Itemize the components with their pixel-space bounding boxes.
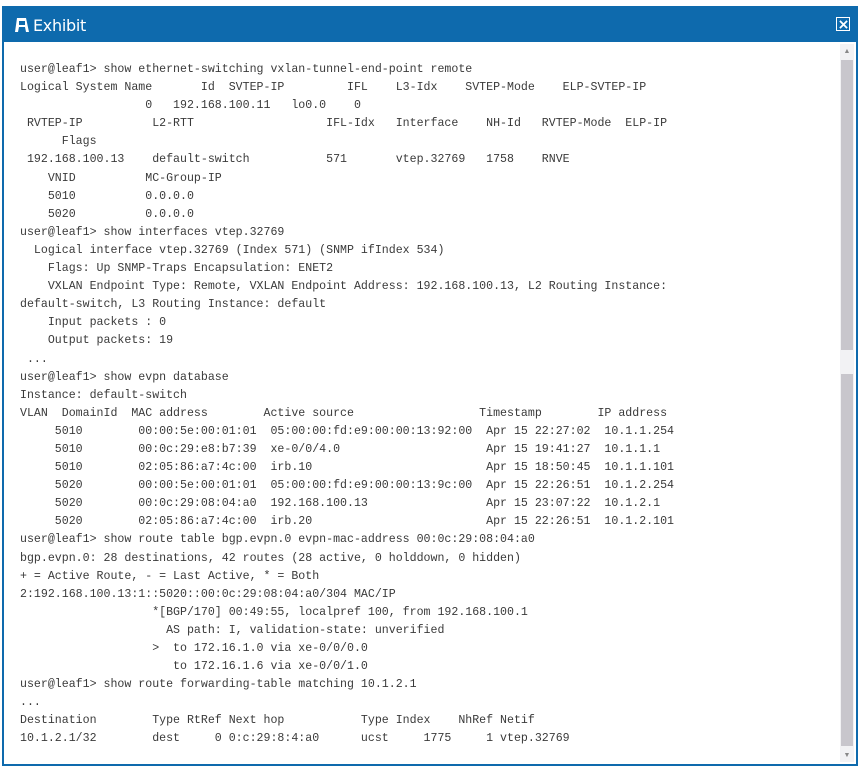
terminal-line: Destination Type RtRef Next hop Type Ind… [20,714,535,728]
terminal-line: > to 172.16.1.0 via xe-0/0/0.0 [20,642,368,655]
terminal-line: 192.168.100.13 default-switch 571 vtep.3… [20,153,570,167]
terminal-line: 5010 00:0c:29:e8:b7:39 xe-0/0/4.0 Apr 15… [20,442,661,456]
close-button[interactable] [836,17,850,31]
close-icon [838,19,848,29]
terminal-line: + = Active Route, - = Last Active, * = B… [20,569,320,583]
exhibit-window: Exhibit user@leaf1> show ethernet-switch… [2,6,858,766]
terminal-line: ... [20,696,41,710]
exhibit-content: user@leaf1> show ethernet-switching vxla… [4,42,856,764]
title-bar: Exhibit [4,8,856,42]
terminal-line: Flags: Up SNMP-Traps Encapsulation: ENET… [20,262,334,276]
terminal-line: 5010 0.0.0.0 [20,189,194,203]
terminal-line: user@leaf1> show interfaces vtep.32769 [20,225,285,239]
terminal-line: RVTEP-IP L2-RTT IFL-Idx Interface NH-Id … [20,117,668,131]
terminal-line: VLAN DomainId MAC address Active source … [20,406,668,420]
terminal-line: Flags [20,135,97,149]
vertical-scrollbar[interactable]: ▲ ▼ [840,44,854,762]
terminal-line: Logical System Name Id SVTEP-IP IFL L3-I… [20,81,647,95]
terminal-line: 5020 00:00:5e:00:01:01 05:00:00:fd:e9:00… [20,479,674,493]
terminal-line: default-switch, L3 Routing Instance: def… [20,298,327,312]
terminal-line: to 172.16.1.6 via xe-0/0/1.0 [20,660,368,674]
terminal-line: VXLAN Endpoint Type: Remote, VXLAN Endpo… [20,280,668,294]
terminal-line: user@leaf1> show route forwarding-table … [20,678,417,692]
scroll-up-arrow-icon[interactable]: ▲ [840,44,854,58]
terminal-line: 0 192.168.100.11 lo0.0 0 [20,99,361,113]
terminal-line: 5020 02:05:86:a7:4c:00 irb.20 Apr 15 22:… [20,515,674,529]
terminal-line: ... [20,352,48,366]
terminal-line: 10.1.2.1/32 dest 0 0:c:29:8:4:a0 ucst 17… [20,732,570,746]
scroll-thumb[interactable] [841,60,853,350]
terminal-line: 5020 0.0.0.0 [20,207,194,221]
window-title: Exhibit [33,15,86,35]
terminal-line: VNID MC-Group-IP [20,171,222,185]
terminal-line: user@leaf1> show evpn database [20,370,229,384]
terminal-line: 5010 00:00:5e:00:01:01 05:00:00:fd:e9:00… [20,424,674,438]
terminal-line: *[BGP/170] 00:49:55, localpref 100, from… [20,605,528,619]
terminal-line: 2:192.168.100.13:1::5020::00:0c:29:08:04… [20,587,396,601]
exhibit-icon [14,17,30,33]
terminal-line: bgp.evpn.0: 28 destinations, 42 routes (… [20,551,521,565]
terminal-output: user@leaf1> show ethernet-switching vxla… [20,61,828,749]
terminal-line: user@leaf1> show ethernet-switching vxla… [20,63,473,76]
terminal-line: 5020 00:0c:29:08:04:a0 192.168.100.13 Ap… [20,497,661,511]
terminal-line: 5010 02:05:86:a7:4c:00 irb.10 Apr 15 18:… [20,461,674,475]
scroll-down-arrow-icon[interactable]: ▼ [840,748,854,762]
terminal-line: user@leaf1> show route table bgp.evpn.0 … [20,533,535,547]
terminal-line: Output packets: 19 [20,334,174,348]
terminal-line: Instance: default-switch [20,388,187,402]
terminal-line: AS path: I, validation-state: unverified [20,623,445,637]
terminal-line: Logical interface vtep.32769 (Index 571)… [20,243,445,257]
terminal-line: Input packets : 0 [20,316,167,330]
scroll-track[interactable] [841,374,853,746]
